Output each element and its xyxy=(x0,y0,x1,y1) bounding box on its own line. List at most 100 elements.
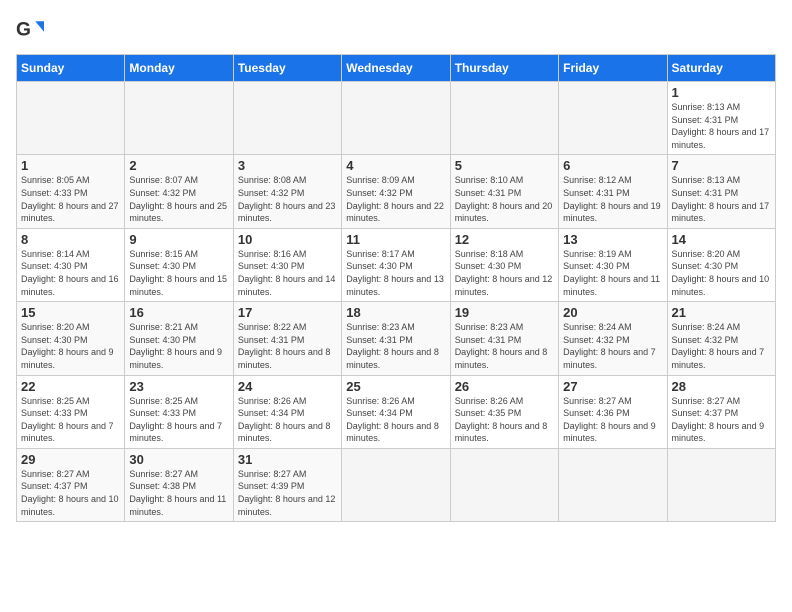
calendar-cell: 24Sunrise: 8:26 AMSunset: 4:34 PMDayligh… xyxy=(233,375,341,448)
day-number: 10 xyxy=(238,232,337,247)
day-info: Sunrise: 8:26 AMSunset: 4:34 PMDaylight:… xyxy=(346,395,445,445)
day-info: Sunrise: 8:23 AMSunset: 4:31 PMDaylight:… xyxy=(346,321,445,371)
day-number: 30 xyxy=(129,452,228,467)
calendar-cell: 3Sunrise: 8:08 AMSunset: 4:32 PMDaylight… xyxy=(233,155,341,228)
day-number: 12 xyxy=(455,232,554,247)
day-number: 28 xyxy=(672,379,771,394)
day-number: 18 xyxy=(346,305,445,320)
calendar-cell xyxy=(667,448,775,521)
calendar-cell: 22Sunrise: 8:25 AMSunset: 4:33 PMDayligh… xyxy=(17,375,125,448)
day-number: 22 xyxy=(21,379,120,394)
calendar-cell xyxy=(17,82,125,155)
day-info: Sunrise: 8:05 AMSunset: 4:33 PMDaylight:… xyxy=(21,174,120,224)
day-info: Sunrise: 8:15 AMSunset: 4:30 PMDaylight:… xyxy=(129,248,228,298)
calendar-cell: 19Sunrise: 8:23 AMSunset: 4:31 PMDayligh… xyxy=(450,302,558,375)
calendar-cell xyxy=(233,82,341,155)
day-number: 1 xyxy=(21,158,120,173)
day-info: Sunrise: 8:24 AMSunset: 4:32 PMDaylight:… xyxy=(672,321,771,371)
day-info: Sunrise: 8:24 AMSunset: 4:32 PMDaylight:… xyxy=(563,321,662,371)
calendar-cell: 6Sunrise: 8:12 AMSunset: 4:31 PMDaylight… xyxy=(559,155,667,228)
day-number: 7 xyxy=(672,158,771,173)
calendar-cell: 30Sunrise: 8:27 AMSunset: 4:38 PMDayligh… xyxy=(125,448,233,521)
calendar-cell: 1Sunrise: 8:05 AMSunset: 4:33 PMDaylight… xyxy=(17,155,125,228)
day-number: 4 xyxy=(346,158,445,173)
day-info: Sunrise: 8:09 AMSunset: 4:32 PMDaylight:… xyxy=(346,174,445,224)
calendar-week-6: 29Sunrise: 8:27 AMSunset: 4:37 PMDayligh… xyxy=(17,448,776,521)
day-number: 16 xyxy=(129,305,228,320)
calendar-cell: 29Sunrise: 8:27 AMSunset: 4:37 PMDayligh… xyxy=(17,448,125,521)
calendar-cell: 28Sunrise: 8:27 AMSunset: 4:37 PMDayligh… xyxy=(667,375,775,448)
calendar-cell: 26Sunrise: 8:26 AMSunset: 4:35 PMDayligh… xyxy=(450,375,558,448)
day-info: Sunrise: 8:13 AMSunset: 4:31 PMDaylight:… xyxy=(672,101,771,151)
page-header: G xyxy=(16,16,776,44)
calendar-cell xyxy=(450,448,558,521)
header-monday: Monday xyxy=(125,55,233,82)
day-number: 2 xyxy=(129,158,228,173)
logo: G xyxy=(16,16,48,44)
day-info: Sunrise: 8:17 AMSunset: 4:30 PMDaylight:… xyxy=(346,248,445,298)
calendar-week-2: 1Sunrise: 8:05 AMSunset: 4:33 PMDaylight… xyxy=(17,155,776,228)
calendar-cell: 25Sunrise: 8:26 AMSunset: 4:34 PMDayligh… xyxy=(342,375,450,448)
calendar-cell xyxy=(342,448,450,521)
day-info: Sunrise: 8:27 AMSunset: 4:37 PMDaylight:… xyxy=(672,395,771,445)
calendar-cell: 2Sunrise: 8:07 AMSunset: 4:32 PMDaylight… xyxy=(125,155,233,228)
day-number: 24 xyxy=(238,379,337,394)
calendar-week-3: 8Sunrise: 8:14 AMSunset: 4:30 PMDaylight… xyxy=(17,228,776,301)
day-info: Sunrise: 8:19 AMSunset: 4:30 PMDaylight:… xyxy=(563,248,662,298)
day-info: Sunrise: 8:18 AMSunset: 4:30 PMDaylight:… xyxy=(455,248,554,298)
day-info: Sunrise: 8:22 AMSunset: 4:31 PMDaylight:… xyxy=(238,321,337,371)
day-info: Sunrise: 8:26 AMSunset: 4:35 PMDaylight:… xyxy=(455,395,554,445)
day-info: Sunrise: 8:20 AMSunset: 4:30 PMDaylight:… xyxy=(21,321,120,371)
calendar-cell xyxy=(342,82,450,155)
header-sunday: Sunday xyxy=(17,55,125,82)
calendar-cell: 17Sunrise: 8:22 AMSunset: 4:31 PMDayligh… xyxy=(233,302,341,375)
calendar-cell: 27Sunrise: 8:27 AMSunset: 4:36 PMDayligh… xyxy=(559,375,667,448)
day-info: Sunrise: 8:16 AMSunset: 4:30 PMDaylight:… xyxy=(238,248,337,298)
calendar-cell: 13Sunrise: 8:19 AMSunset: 4:30 PMDayligh… xyxy=(559,228,667,301)
calendar-cell xyxy=(559,82,667,155)
day-info: Sunrise: 8:26 AMSunset: 4:34 PMDaylight:… xyxy=(238,395,337,445)
day-number: 11 xyxy=(346,232,445,247)
calendar-week-5: 22 Sunrise: 8:25 AMSunset: 4:33 PMDayligh… xyxy=(17,375,776,448)
calendar-cell: 5Sunrise: 8:10 AMSunset: 4:31 PMDaylight… xyxy=(450,155,558,228)
day-number: 5 xyxy=(455,158,554,173)
day-info: Sunrise: 8:27 AMSunset: 4:36 PMDaylight:… xyxy=(563,395,662,445)
day-number: 19 xyxy=(455,305,554,320)
calendar-cell: 12Sunrise: 8:18 AMSunset: 4:30 PMDayligh… xyxy=(450,228,558,301)
day-number: 31 xyxy=(238,452,337,467)
day-info: Sunrise: 8:10 AMSunset: 4:31 PMDaylight:… xyxy=(455,174,554,224)
day-number: 26 xyxy=(455,379,554,394)
day-number: 6 xyxy=(563,158,662,173)
day-number: 25 xyxy=(346,379,445,394)
day-number: 8 xyxy=(21,232,120,247)
calendar-cell: 14Sunrise: 8:20 AMSunset: 4:30 PMDayligh… xyxy=(667,228,775,301)
calendar-cell xyxy=(125,82,233,155)
calendar-cell: 31Sunrise: 8:27 AMSunset: 4:39 PMDayligh… xyxy=(233,448,341,521)
calendar-cell: 18Sunrise: 8:23 AMSunset: 4:31 PMDayligh… xyxy=(342,302,450,375)
day-info: Sunrise: 8:13 AMSunset: 4:31 PMDaylight:… xyxy=(672,174,771,224)
calendar-week-1: 1Sunrise: 8:13 AMSunset: 4:31 PMDaylight… xyxy=(17,82,776,155)
calendar-cell: 15Sunrise: 8:20 AMSunset: 4:30 PMDayligh… xyxy=(17,302,125,375)
day-info: Sunrise: 8:27 AMSunset: 4:37 PMDaylight:… xyxy=(21,468,120,518)
calendar-cell: 23Sunrise: 8:25 AMSunset: 4:33 PMDayligh… xyxy=(125,375,233,448)
day-number: 15 xyxy=(21,305,120,320)
calendar-week-4: 15Sunrise: 8:20 AMSunset: 4:30 PMDayligh… xyxy=(17,302,776,375)
calendar-table: SundayMondayTuesdayWednesdayThursdayFrid… xyxy=(16,54,776,522)
logo-icon: G xyxy=(16,16,44,44)
day-info: Sunrise: 8:27 AMSunset: 4:38 PMDaylight:… xyxy=(129,468,228,518)
day-info: Sunrise: 8:20 AMSunset: 4:30 PMDaylight:… xyxy=(672,248,771,298)
day-info: Sunrise: 8:23 AMSunset: 4:31 PMDaylight:… xyxy=(455,321,554,371)
day-number: 14 xyxy=(672,232,771,247)
day-info: Sunrise: 8:25 AMSunset: 4:33 PMDaylight:… xyxy=(129,395,228,445)
day-info: Sunrise: 8:07 AMSunset: 4:32 PMDaylight:… xyxy=(129,174,228,224)
svg-text:G: G xyxy=(16,19,31,40)
day-number: 13 xyxy=(563,232,662,247)
day-number: 27 xyxy=(563,379,662,394)
day-info: Sunrise: 8:27 AMSunset: 4:39 PMDaylight:… xyxy=(238,468,337,518)
calendar-cell: 10Sunrise: 8:16 AMSunset: 4:30 PMDayligh… xyxy=(233,228,341,301)
day-number: 21 xyxy=(672,305,771,320)
header-friday: Friday xyxy=(559,55,667,82)
header-wednesday: Wednesday xyxy=(342,55,450,82)
day-info: Sunrise: 8:08 AMSunset: 4:32 PMDaylight:… xyxy=(238,174,337,224)
calendar-cell xyxy=(450,82,558,155)
